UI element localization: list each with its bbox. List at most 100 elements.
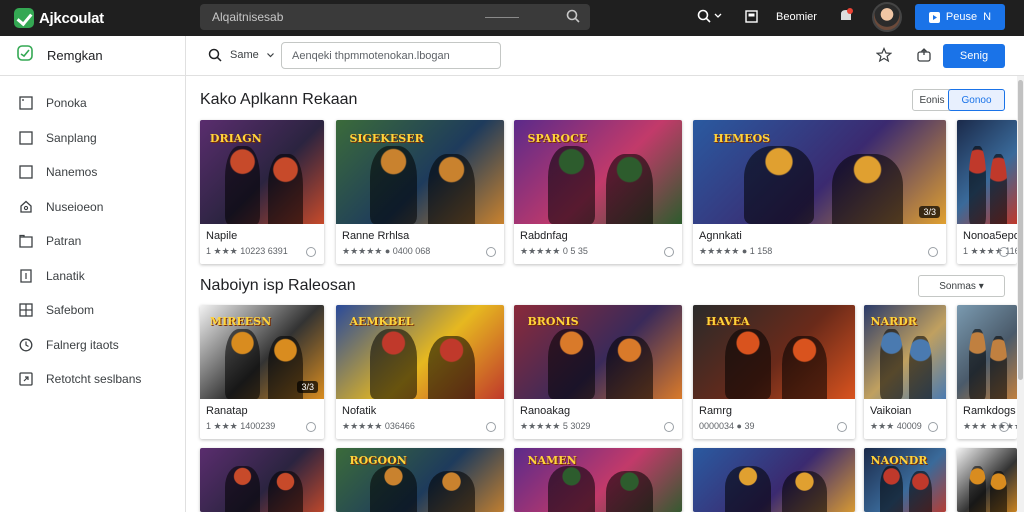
- sidebar-item[interactable]: Nanemos: [0, 157, 185, 187]
- app-name: Ramrg: [699, 405, 733, 417]
- info-icon[interactable]: [999, 247, 1009, 257]
- app-card[interactable]: Nonoa5epo1 ★★★★ 1160: [957, 120, 1017, 264]
- scrollbar-thumb[interactable]: [1018, 80, 1023, 380]
- artwork-figure: [547, 328, 595, 399]
- section-control-active[interactable]: Gonoo: [948, 89, 1005, 111]
- app-card[interactable]: AEMKBEL Nofatik ★★★★★ 036466: [336, 305, 504, 439]
- top-link[interactable]: Beomier: [776, 11, 817, 23]
- app-thumbnail: BRONIS: [514, 305, 682, 399]
- artwork-figure: [725, 328, 771, 399]
- artwork-figure: [990, 154, 1007, 224]
- info-icon[interactable]: [664, 247, 674, 257]
- sidebar-item[interactable]: Sanplang: [0, 123, 185, 153]
- folder-icon: [18, 233, 34, 249]
- filter-input[interactable]: Aenqeki thpmmotenokan.lbogan: [281, 42, 501, 69]
- artwork-figure: [268, 471, 303, 512]
- search-divider: [485, 17, 519, 18]
- app-card[interactable]: ROGOON: [336, 448, 504, 512]
- artwork-figure: [428, 471, 476, 512]
- artwork-figure: [725, 465, 771, 512]
- artwork-figure: [547, 146, 595, 224]
- app-rating: ★★★★★ 0 5 35: [520, 246, 588, 256]
- app-rating: 0000034 ● 39: [699, 421, 755, 431]
- info-icon[interactable]: [306, 422, 316, 432]
- app-card[interactable]: SIGEKESER Ranne Rrhlsa ★★★★★ ● 0400 068: [336, 120, 504, 264]
- artwork-figure: [880, 465, 904, 512]
- app-thumbnail: [957, 120, 1017, 224]
- app-thumbnail: HEMEOS 3/3: [693, 120, 946, 224]
- search-icon[interactable]: [566, 9, 580, 28]
- sort-dropdown[interactable]: Same: [208, 48, 274, 62]
- app-card[interactable]: SPAROCE Rabdnfag ★★★★★ 0 5 35: [514, 120, 682, 264]
- info-icon[interactable]: [306, 247, 316, 257]
- toolbar-action-button[interactable]: Senig: [943, 44, 1005, 68]
- star-icon[interactable]: [875, 47, 893, 68]
- app-name: Ranatap: [206, 405, 248, 417]
- sidebar-header[interactable]: Remgkan: [0, 36, 185, 76]
- sidebar-item[interactable]: Ponoka: [0, 88, 185, 118]
- app-card[interactable]: NAONDR: [864, 448, 946, 512]
- section-control[interactable]: Eonis: [912, 89, 952, 111]
- badge: 3/3: [919, 206, 940, 218]
- app-thumbnail: [957, 305, 1017, 399]
- app-card[interactable]: NAMEN: [514, 448, 682, 512]
- info-icon[interactable]: [664, 422, 674, 432]
- share-icon[interactable]: [916, 47, 932, 68]
- app-card[interactable]: HAVEA Ramrg 0000034 ● 39: [693, 305, 855, 439]
- info-icon[interactable]: [928, 247, 938, 257]
- sidebar-header-label: Remgkan: [47, 48, 103, 63]
- app-logo[interactable]: Ajkcoulat: [14, 7, 104, 29]
- artwork-figure: [606, 336, 654, 399]
- play-icon: [928, 11, 940, 23]
- app-name: Rabdnfag: [520, 230, 568, 242]
- sidebar-item[interactable]: Safebom: [0, 295, 185, 325]
- notification-icon[interactable]: [838, 6, 854, 31]
- sidebar-item-label: Ponoka: [46, 96, 87, 110]
- search-icon: [208, 48, 222, 62]
- section-title: Kako Aplkann Rekaan: [200, 91, 358, 108]
- leaf-icon: [17, 45, 33, 66]
- sidebar-item-label: Nuseioeon: [46, 199, 104, 214]
- sidebar-item-label: Lanatik: [46, 268, 85, 283]
- app-card[interactable]: [693, 448, 855, 512]
- app-rating: ★★★★★ ● 0400 068: [342, 246, 431, 256]
- primary-action-button[interactable]: Peuse N: [915, 4, 1005, 30]
- artwork-title: AEMKBEL: [349, 315, 414, 329]
- app-card[interactable]: Ramkdogs ★★★ ★★★★: [957, 305, 1017, 439]
- artwork-figure: [880, 328, 904, 399]
- artwork-figure: [224, 328, 260, 399]
- window-icon[interactable]: [745, 10, 758, 28]
- search-menu-icon[interactable]: [697, 9, 722, 23]
- app-rating: ★★★★★ ● 1 158: [699, 246, 773, 256]
- app-thumbnail: SPAROCE: [514, 120, 682, 224]
- sidebar-item[interactable]: Nuseioeon: [0, 192, 185, 222]
- sidebar-item[interactable]: Lanatik: [0, 261, 185, 291]
- app-card[interactable]: DRIAGN Napile 1 ★★★ 10223 6391: [200, 120, 324, 264]
- sidebar-item[interactable]: Patran: [0, 226, 185, 256]
- artwork-figure: [428, 154, 476, 224]
- app-card[interactable]: HEMEOS 3/3 Agnnkati ★★★★★ ● 1 158: [693, 120, 946, 264]
- info-icon[interactable]: [837, 422, 847, 432]
- artwork-figure: [224, 465, 260, 512]
- share-icon: [18, 371, 34, 387]
- section-dropdown[interactable]: Sonmas ▾: [918, 275, 1005, 297]
- sidebar-item-label: Patran: [46, 234, 82, 248]
- sidebar-item[interactable]: Falnerg itaots: [0, 330, 185, 360]
- app-card[interactable]: [200, 448, 324, 512]
- app-card[interactable]: NARDR Vaikoian ★★★ 40009: [864, 305, 946, 439]
- app-card[interactable]: BRONIS Ranoakag ★★★★★ 5 3029: [514, 305, 682, 439]
- artwork-figure: [990, 471, 1007, 512]
- app-card[interactable]: MIREESN 3/3 Ranatap 1 ★★★ 1400239: [200, 305, 324, 439]
- scrollbar[interactable]: [1017, 76, 1024, 512]
- artwork-figure: [782, 336, 828, 399]
- user-avatar[interactable]: [872, 2, 902, 32]
- artwork-figure: [369, 465, 417, 512]
- global-search-input[interactable]: Alqaitnisesab: [200, 4, 590, 30]
- app-card[interactable]: [957, 448, 1017, 512]
- app-rating: 1 ★★★ 10223 6391: [206, 246, 288, 256]
- info-icon[interactable]: [486, 247, 496, 257]
- sidebar-item[interactable]: Retotcht seslbans: [0, 364, 185, 394]
- info-icon[interactable]: [928, 422, 938, 432]
- info-icon[interactable]: [486, 422, 496, 432]
- info-icon[interactable]: [999, 422, 1009, 432]
